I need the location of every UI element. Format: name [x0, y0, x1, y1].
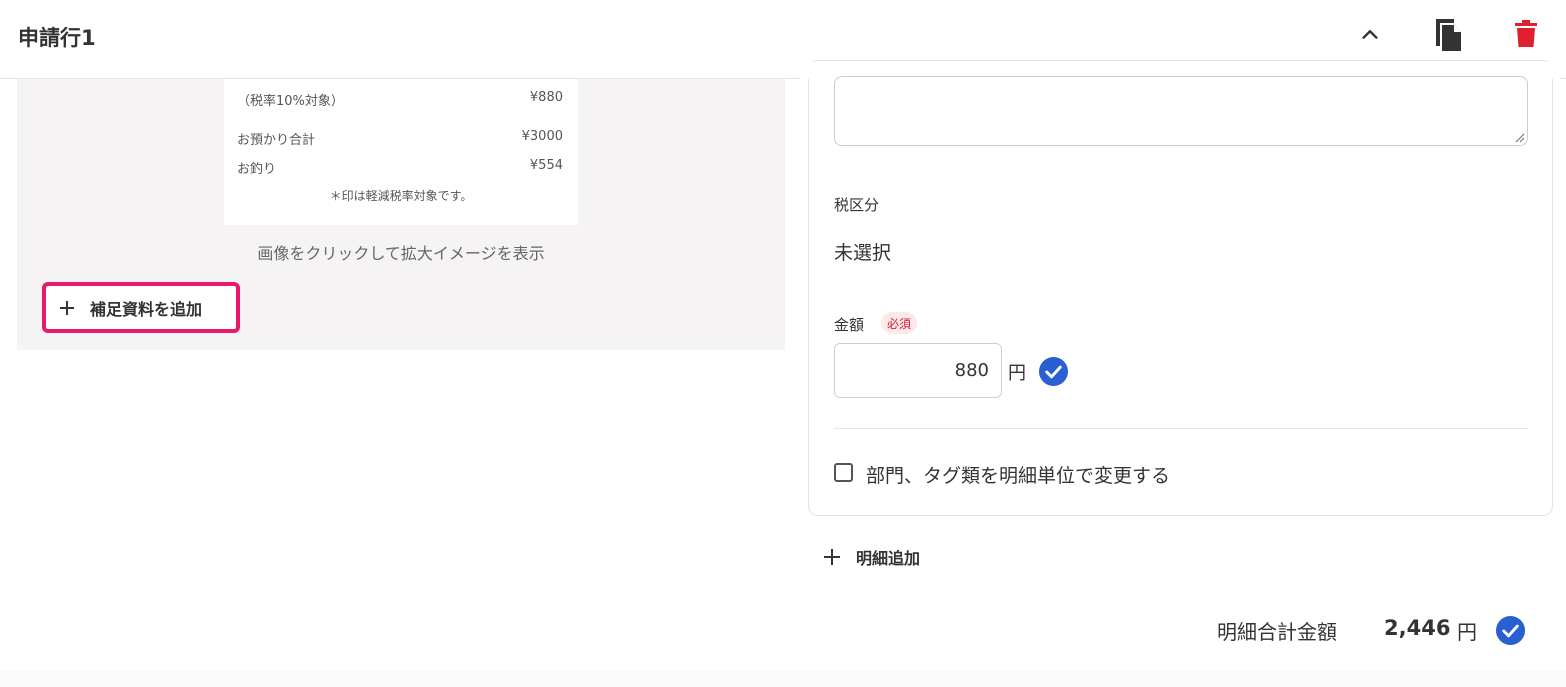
tax-category-label: 税区分 — [834, 196, 880, 214]
department-tag-per-line-label[interactable]: 部門、タグ類を明細単位で変更する — [866, 461, 1170, 488]
check-circle-icon — [1038, 356, 1069, 387]
receipt-row: お預かり合計 ¥3000 — [237, 129, 563, 148]
required-badge: 必須 — [881, 312, 918, 334]
collapse-button[interactable] — [1352, 16, 1388, 52]
copy-row-button[interactable] — [1428, 14, 1468, 54]
chevron-up-icon — [1362, 30, 1378, 39]
add-line-item-button[interactable]: 明細追加 — [822, 540, 920, 574]
check-circle-icon — [1495, 615, 1526, 646]
amount-label: 金額 — [834, 316, 865, 334]
add-supplementary-material-label: 補足資料を追加 — [90, 299, 203, 319]
delete-row-button[interactable] — [1506, 14, 1546, 54]
divider — [834, 428, 1528, 429]
amount-input[interactable]: 880 — [834, 343, 1002, 398]
department-tag-per-line-checkbox[interactable] — [834, 463, 853, 482]
receipt-row-label: お預かり合計 — [237, 133, 316, 148]
receipt-row-value: ¥880 — [529, 90, 563, 105]
receipt-row-label: お釣り — [237, 162, 277, 177]
line-total-unit: 円 — [1457, 620, 1477, 644]
attachment-panel: （税率10%対象） ¥880 お預かり合計 ¥3000 お釣り ¥554 ＊印は… — [17, 79, 785, 350]
line-total-label: 明細合計金額 — [1217, 620, 1337, 644]
receipt-row-value: ¥554 — [529, 158, 563, 173]
trash-icon — [1515, 20, 1537, 47]
receipt-row: （税率10%対象） ¥880 — [237, 90, 563, 109]
copy-icon — [1436, 19, 1461, 51]
receipt-image[interactable]: （税率10%対象） ¥880 お預かり合計 ¥3000 お釣り ¥554 ＊印は… — [224, 79, 578, 225]
receipt-note: ＊印は軽減税率対象です。 — [329, 189, 473, 203]
resize-handle-icon[interactable] — [1515, 133, 1525, 143]
scrollbar[interactable] — [1557, 79, 1566, 687]
receipt-row: お釣り ¥554 — [237, 158, 563, 177]
plus-icon — [824, 549, 840, 565]
footer-area — [0, 670, 1566, 687]
receipt-row-value: ¥3000 — [521, 129, 563, 144]
add-line-item-label: 明細追加 — [856, 549, 921, 568]
line-total-value: 2,446 — [1384, 616, 1451, 640]
memo-textarea[interactable] — [834, 76, 1528, 146]
image-caption: 画像をクリックして拡大イメージを表示 — [257, 244, 545, 263]
amount-unit: 円 — [1008, 363, 1026, 384]
plus-icon — [60, 300, 74, 315]
add-supplementary-material-button[interactable]: 補足資料を追加 — [42, 282, 240, 333]
tax-category-value[interactable]: 未選択 — [834, 238, 891, 265]
page-title: 申請行1 — [18, 26, 96, 50]
receipt-row-label: （税率10%対象） — [237, 94, 344, 109]
